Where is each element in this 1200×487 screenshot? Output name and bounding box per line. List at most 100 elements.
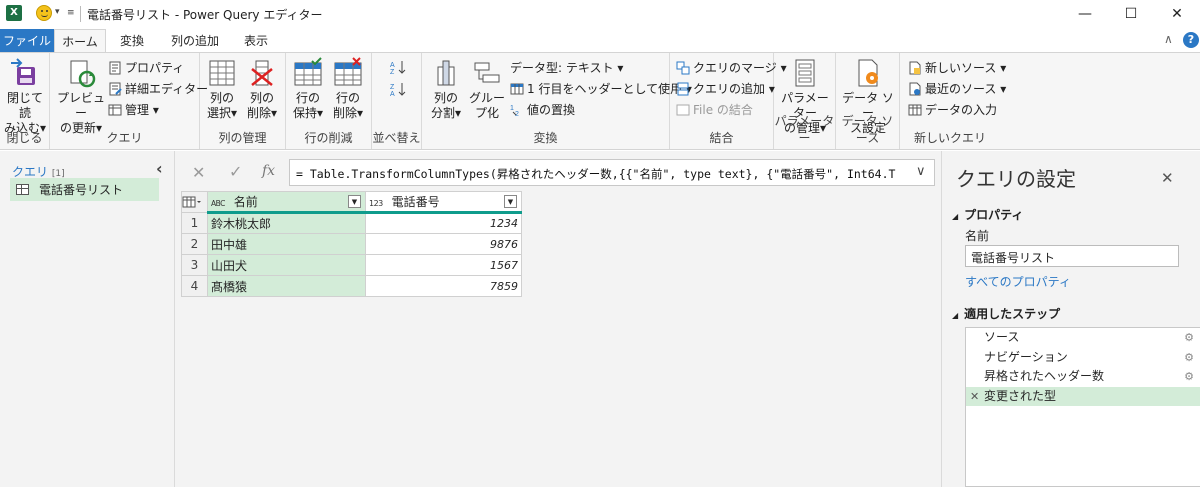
- collapse-pane-icon[interactable]: ‹: [156, 159, 163, 178]
- use-first-row-label: 1 行目をヘッダーとして使用 ▾: [527, 82, 692, 96]
- name-cell[interactable]: 田中雄: [207, 233, 366, 255]
- row-number[interactable]: 1: [181, 212, 208, 234]
- svg-text:1: 1: [510, 105, 514, 112]
- group-transform: 列の 分割▾ グルー プ化 データ型: テキスト ▾ 1 行目をヘッダーとして使…: [422, 53, 692, 149]
- manage-button[interactable]: 管理 ▾: [108, 101, 159, 118]
- remove-columns-button[interactable]: 列の 削除▾: [242, 57, 282, 121]
- new-source-label: 新しいソース ▾: [925, 61, 1007, 75]
- combine-files-button[interactable]: File の結合: [676, 101, 753, 118]
- all-properties-link[interactable]: すべてのプロパティ: [965, 273, 1071, 290]
- qat-dropdown[interactable]: ▾: [55, 7, 60, 17]
- ribbon-tabs: ファイル ホーム 変換 列の追加 表示 ∧ ?: [0, 28, 1200, 52]
- phone-cell[interactable]: 9876: [365, 233, 522, 255]
- group-by-label-1: グルー: [468, 91, 505, 105]
- table-row[interactable]: 2 田中雄 9876: [181, 233, 522, 255]
- replace-values-button[interactable]: 12 値の置換: [510, 101, 575, 118]
- applied-step[interactable]: ナビゲーション ⚙: [966, 348, 1200, 368]
- name-cell[interactable]: 山田犬: [207, 254, 366, 276]
- expand-formula-icon[interactable]: ∨: [916, 164, 926, 179]
- append-queries-button[interactable]: クエリの追加 ▾: [676, 80, 775, 97]
- gear-icon[interactable]: ⚙: [1184, 367, 1194, 387]
- applied-steps-header[interactable]: ◢ 適用したステップ: [952, 305, 1060, 322]
- phone-cell[interactable]: 1234: [365, 212, 522, 234]
- recent-sources-button[interactable]: 最近のソース ▾: [908, 80, 1006, 97]
- keep-rows-button[interactable]: 行の 保持▾: [288, 57, 328, 121]
- group-by-button[interactable]: グルー プ化: [468, 57, 506, 121]
- column-header-name[interactable]: ABC 名前 ▼: [207, 191, 366, 214]
- filter-dropdown-icon[interactable]: ▼: [504, 195, 517, 208]
- remove-columns-label-2: 削除▾: [246, 106, 278, 120]
- table-row[interactable]: 1 鈴木桃太郎 1234: [181, 212, 522, 234]
- number-type-icon[interactable]: 123: [369, 199, 383, 208]
- table-row[interactable]: 3 山田犬 1567: [181, 254, 522, 276]
- manage-table-icon: [108, 103, 122, 117]
- close-settings-icon[interactable]: ✕: [1161, 169, 1174, 187]
- svg-text:A: A: [390, 62, 395, 69]
- recent-sources-icon: [908, 82, 922, 96]
- formula-commit-icon[interactable]: ✓: [229, 162, 242, 181]
- name-cell[interactable]: 髙橋猿: [207, 275, 366, 297]
- tab-home[interactable]: ホーム: [54, 29, 106, 52]
- close-and-load-button[interactable]: 閉じて読 み込む▾: [3, 57, 47, 136]
- sort-descending-icon[interactable]: ZA: [390, 81, 406, 97]
- properties-section-header[interactable]: ◢ プロパティ: [952, 206, 1023, 223]
- data-grid: ABC 名前 ▼ 123 電話番号 ▼ 1 鈴木桃太郎 1234 2 田中雄 9…: [181, 191, 522, 297]
- group-label-sort: 並べ替え: [372, 131, 421, 145]
- row-number[interactable]: 2: [181, 233, 208, 255]
- remove-rows-button[interactable]: 行の 削除▾: [328, 57, 368, 121]
- tab-file[interactable]: ファイル: [0, 29, 54, 52]
- applied-step[interactable]: 昇格されたヘッダー数 ⚙: [966, 367, 1200, 387]
- properties-button[interactable]: プロパティ: [108, 59, 184, 76]
- first-row-headers-icon: [510, 82, 524, 96]
- column-header-phone[interactable]: 123 電話番号 ▼: [365, 191, 522, 214]
- remove-columns-label-1: 列の: [249, 91, 274, 105]
- phone-cell[interactable]: 7859: [365, 275, 522, 297]
- query-name-input[interactable]: 電話番号リスト: [965, 245, 1179, 267]
- sort-ascending-icon[interactable]: AZ: [390, 59, 406, 75]
- help-icon[interactable]: ?: [1183, 32, 1199, 48]
- gear-icon[interactable]: ⚙: [1184, 348, 1194, 368]
- datatype-dropdown[interactable]: データ型: テキスト ▾: [510, 59, 623, 76]
- applied-step-selected[interactable]: ✕ 変更された型: [966, 386, 1200, 407]
- maximize-button[interactable]: ☐: [1108, 0, 1154, 28]
- close-window-button[interactable]: ✕: [1154, 0, 1200, 28]
- formula-bar[interactable]: = Table.TransformColumnTypes(昇格されたヘッダー数,…: [289, 159, 935, 186]
- tab-view[interactable]: 表示: [236, 29, 276, 52]
- qat-customize-icon[interactable]: ≡: [67, 8, 75, 18]
- split-column-icon: [430, 57, 462, 89]
- gear-icon[interactable]: ⚙: [1184, 328, 1194, 348]
- table-row[interactable]: 4 髙橋猿 7859: [181, 275, 522, 297]
- text-type-icon[interactable]: ABC: [211, 199, 225, 208]
- query-list-item[interactable]: 電話番号リスト: [10, 178, 159, 201]
- phone-cell[interactable]: 1567: [365, 254, 522, 276]
- table-menu-button[interactable]: [181, 191, 208, 213]
- datasource-settings-icon: [852, 57, 884, 89]
- choose-columns-button[interactable]: 列の 選択▾: [202, 57, 242, 121]
- new-source-icon: [908, 61, 922, 75]
- row-number[interactable]: 4: [181, 275, 208, 297]
- group-by-label-2: プ化: [474, 106, 499, 120]
- refresh-preview-button[interactable]: プレビュー の更新▾: [56, 57, 106, 136]
- replace-values-icon: 12: [510, 103, 524, 117]
- formula-cancel-icon[interactable]: ✕: [192, 163, 205, 182]
- tab-add-column[interactable]: 列の追加: [162, 29, 228, 52]
- name-cell[interactable]: 鈴木桃太郎: [207, 212, 366, 234]
- tab-transform[interactable]: 変換: [110, 29, 154, 52]
- new-source-button[interactable]: 新しいソース ▾: [908, 59, 1006, 76]
- collapse-triangle-icon: ◢: [952, 311, 959, 320]
- delete-step-icon[interactable]: ✕: [970, 387, 979, 407]
- query-settings-pane: クエリの設定 ✕ ◢ プロパティ 名前 電話番号リスト すべてのプロパティ ◢ 適用…: [941, 151, 1200, 487]
- row-number[interactable]: 3: [181, 254, 208, 276]
- fx-icon[interactable]: fx: [262, 163, 275, 179]
- filter-dropdown-icon[interactable]: ▼: [348, 195, 361, 208]
- split-column-button[interactable]: 列の 分割▾: [426, 57, 466, 121]
- collapse-ribbon-icon[interactable]: ∧: [1164, 32, 1173, 46]
- enter-data-button[interactable]: データの入力: [908, 101, 997, 118]
- advanced-editor-button[interactable]: 詳細エディター: [108, 80, 208, 97]
- minimize-button[interactable]: —: [1062, 0, 1108, 28]
- applied-step[interactable]: ソース ⚙: [966, 328, 1200, 348]
- manage-parameters-icon: [789, 57, 821, 89]
- merge-queries-button[interactable]: クエリのマージ ▾: [676, 59, 787, 76]
- smiley-icon[interactable]: [36, 5, 52, 21]
- use-first-row-button[interactable]: 1 行目をヘッダーとして使用 ▾: [510, 80, 692, 97]
